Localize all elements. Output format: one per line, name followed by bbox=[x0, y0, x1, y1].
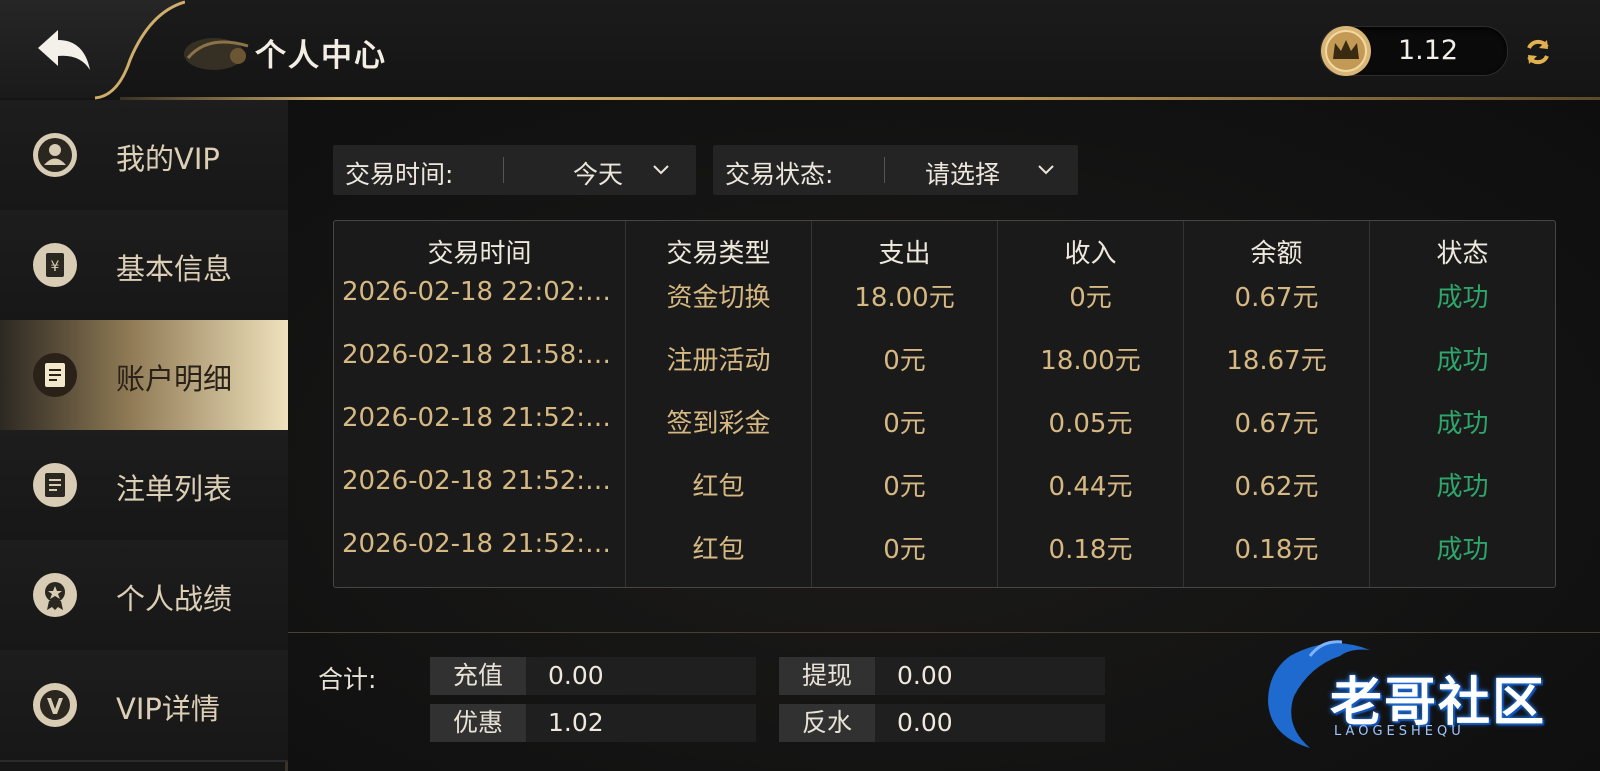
cell-type: 注册活动 bbox=[666, 346, 771, 376]
cell-status: 成功 bbox=[1436, 472, 1489, 502]
status-filter-dropdown[interactable]: 交易状态: 请选择 bbox=[713, 145, 1078, 195]
divider bbox=[884, 157, 885, 183]
top-bar: 个人中心 1.12 bbox=[0, 0, 1600, 100]
sidebar-item-bet-list[interactable]: 注单列表 bbox=[0, 430, 288, 542]
cell-status: 成功 bbox=[1436, 346, 1489, 376]
column-header-type: 交易类型 bbox=[666, 239, 771, 269]
status-filter-value: 请选择 bbox=[925, 160, 1001, 189]
medal-icon bbox=[33, 573, 77, 617]
chevron-down-icon bbox=[1038, 165, 1054, 175]
vip-badge-icon bbox=[33, 683, 77, 727]
cell-type: 红包 bbox=[692, 472, 745, 502]
cell-balance: 0.18元 bbox=[1234, 535, 1319, 565]
cell-status: 成功 bbox=[1436, 409, 1489, 439]
crown-coin-icon bbox=[1321, 26, 1371, 76]
column-header-income: 收入 bbox=[1064, 239, 1117, 269]
sidebar-item-personal-record[interactable]: 个人战绩 bbox=[0, 540, 288, 652]
refresh-icon[interactable] bbox=[1522, 36, 1554, 68]
back-arrow-icon bbox=[38, 30, 90, 70]
summary-value: 0.00 bbox=[548, 661, 604, 690]
time-filter-value: 今天 bbox=[573, 160, 624, 189]
cell-expense: 0元 bbox=[883, 472, 926, 502]
column-header-status: 状态 bbox=[1436, 239, 1489, 269]
cell-income: 0.18元 bbox=[1048, 535, 1133, 565]
column-header-balance: 余额 bbox=[1250, 239, 1303, 269]
time-filter-dropdown[interactable]: 交易时间: 今天 bbox=[333, 145, 696, 195]
time-filter-label: 交易时间: bbox=[345, 160, 454, 189]
sidebar-item-label: VIP详情 bbox=[116, 692, 220, 726]
summary-value: 0.00 bbox=[897, 708, 953, 737]
back-button[interactable] bbox=[34, 26, 96, 76]
summary-key: 充值 bbox=[430, 657, 526, 695]
summary-label: 合计: bbox=[318, 665, 377, 694]
summary-value: 0.00 bbox=[897, 661, 953, 690]
status-filter-label: 交易状态: bbox=[725, 160, 834, 189]
sidebar-item-label: 账户明细 bbox=[116, 362, 233, 396]
column-header-time: 交易时间 bbox=[427, 239, 532, 269]
divider bbox=[503, 157, 504, 183]
cell-income: 18.00元 bbox=[1040, 346, 1141, 376]
cell-balance: 0.67元 bbox=[1234, 409, 1319, 439]
chevron-down-icon bbox=[653, 165, 669, 175]
cell-type: 资金切换 bbox=[666, 283, 771, 313]
title-decoration-icon bbox=[184, 38, 249, 70]
cell-status: 成功 bbox=[1436, 283, 1489, 313]
checklist-icon bbox=[33, 353, 77, 397]
cell-status: 成功 bbox=[1436, 535, 1489, 565]
cell-balance: 18.67元 bbox=[1226, 346, 1327, 376]
page-title: 个人中心 bbox=[255, 38, 387, 74]
transactions-table: 交易时间 交易类型 支出 收入 余额 状态 2026-02-18 22:02:…… bbox=[333, 220, 1556, 588]
cell-income: 0.44元 bbox=[1048, 472, 1133, 502]
summary-key: 反水 bbox=[779, 704, 875, 742]
cell-type: 签到彩金 bbox=[666, 409, 771, 439]
cell-income: 0.05元 bbox=[1048, 409, 1133, 439]
sidebar-item-label: 我的VIP bbox=[116, 142, 220, 176]
cell-balance: 0.62元 bbox=[1234, 472, 1319, 502]
summary-recharge: 充值 0.00 bbox=[430, 657, 756, 695]
balance-value: 1.12 bbox=[1397, 35, 1459, 66]
checklist-icon bbox=[33, 463, 77, 507]
summary-divider bbox=[288, 632, 1600, 633]
cell-type: 红包 bbox=[692, 535, 745, 565]
summary-key: 优惠 bbox=[430, 704, 526, 742]
sidebar-item-vip-details[interactable]: VIP详情 bbox=[0, 650, 288, 762]
summary-discount: 优惠 1.02 bbox=[430, 704, 756, 742]
watermark-subtext: LAOGESHEQU bbox=[1334, 724, 1465, 739]
svg-text:¥: ¥ bbox=[51, 259, 60, 275]
cell-time: 2026-02-18 21:58:… bbox=[342, 340, 612, 370]
sidebar-item-basic-info[interactable]: ¥ 基本信息 bbox=[0, 210, 288, 322]
sidebar-item-label: 个人战绩 bbox=[116, 582, 233, 616]
user-icon bbox=[33, 133, 77, 177]
cell-expense: 0元 bbox=[883, 409, 926, 439]
sidebar-item-account-details[interactable]: 账户明细 bbox=[0, 320, 288, 432]
cell-time: 2026-02-18 21:52:… bbox=[342, 466, 612, 496]
sidebar-item-label: 基本信息 bbox=[116, 252, 233, 286]
sidebar: 我的VIP ¥ 基本信息 账户明细 注单列表 个人战绩 VIP详情 bbox=[0, 100, 288, 771]
summary-value: 1.02 bbox=[548, 708, 604, 737]
cell-time: 2026-02-18 22:02:… bbox=[342, 277, 612, 307]
yuan-icon: ¥ bbox=[33, 243, 77, 287]
cell-time: 2026-02-18 21:52:… bbox=[342, 403, 612, 433]
cell-expense: 0元 bbox=[883, 535, 926, 565]
summary-rebate: 反水 0.00 bbox=[779, 704, 1105, 742]
cell-expense: 0元 bbox=[883, 346, 926, 376]
cell-expense: 18.00元 bbox=[854, 283, 955, 313]
sidebar-item-my-vip[interactable]: 我的VIP bbox=[0, 100, 288, 212]
summary-withdraw: 提现 0.00 bbox=[779, 657, 1105, 695]
cell-time: 2026-02-18 21:52:… bbox=[342, 529, 612, 559]
sidebar-item-label: 注单列表 bbox=[116, 472, 233, 506]
cell-balance: 0.67元 bbox=[1234, 283, 1319, 313]
summary-key: 提现 bbox=[779, 657, 875, 695]
header-divider bbox=[120, 97, 1600, 100]
column-header-expense: 支出 bbox=[878, 239, 931, 269]
cell-income: 0元 bbox=[1069, 283, 1112, 313]
